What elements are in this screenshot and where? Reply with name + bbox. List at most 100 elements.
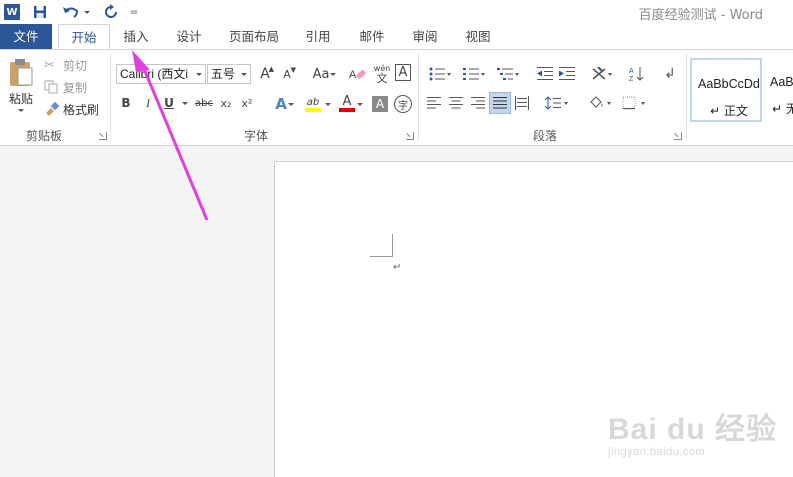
font-name-combo[interactable]: Calibri (西文i [116,64,206,84]
enclose-characters-button[interactable]: 字 [394,95,412,113]
decrease-indent-icon [537,67,553,80]
numbering-icon [463,68,485,80]
borders-icon [622,96,645,110]
group-separator [686,54,687,140]
justify-button[interactable] [489,92,511,114]
show-marks-icon: ↲ [664,66,676,82]
justify-icon [493,97,507,109]
underline-button[interactable]: U [161,94,177,112]
align-center-button[interactable] [447,94,465,112]
asian-layout-button[interactable] [588,64,616,84]
line-spacing-button[interactable] [543,94,571,112]
format-painter-label: 格式刷 [63,102,100,117]
paste-icon [10,59,33,86]
line-spacing-icon [545,96,568,110]
baidu-watermark-logo: Bai du 经验 jingyan.baidu.com [608,404,777,458]
strikethrough-button[interactable]: abc [193,94,215,112]
font-color-button[interactable]: A [337,94,363,114]
grow-font-button[interactable]: A ▲ [256,64,274,84]
text-effects-button[interactable]: A [270,94,294,114]
increase-indent-button[interactable] [557,64,577,84]
tab-mailings[interactable]: 邮件 [348,24,396,49]
tab-design[interactable]: 设计 [165,24,213,49]
bold-button[interactable]: B [118,94,134,112]
character-border-button[interactable]: A [395,64,411,81]
align-right-button[interactable] [469,94,487,112]
style-normal-name: ↵ 正文 [710,104,748,118]
paste-label: 粘贴 [8,92,33,106]
paragraph-group-label: 段落 [533,129,558,143]
tab-references[interactable]: 引用 [294,24,342,49]
scissors-icon: ✂ [44,57,55,73]
decrease-indent-button[interactable] [535,64,555,84]
copy-icon [44,80,58,94]
highlight-button[interactable]: ab [301,94,331,114]
style-no-spacing[interactable]: AaB ↵ 无 [764,58,793,122]
undo-dropdown-icon[interactable] [82,2,92,22]
tab-review[interactable]: 审阅 [401,24,449,49]
save-icon[interactable] [30,2,50,22]
watermark-main: Bai du 经验 [608,413,778,446]
svg-text:Z: Z [629,76,634,82]
tab-home[interactable]: 开始 [58,24,110,50]
font-size-value: 五号 [211,67,236,81]
bullets-button[interactable] [425,64,455,84]
superscript-button[interactable]: x² [239,94,255,112]
customize-qat-button[interactable]: = [128,2,140,22]
phonetic-guide-button[interactable]: wén 文 [372,62,392,86]
paragraph-launcher-icon[interactable] [674,132,682,140]
multilevel-list-button[interactable] [493,64,523,84]
highlight-color-swatch [305,107,321,112]
character-border-icon: A [398,65,408,80]
font-color-swatch [339,108,355,112]
format-painter-icon [46,102,60,116]
style-normal-preview: AaBbCcDd [698,77,760,91]
tab-view[interactable]: 视图 [454,24,502,49]
shading-button[interactable] [586,94,616,112]
cut-button[interactable]: ✂ 剪切 [44,56,100,74]
shrink-font-button[interactable]: A ▼ [278,64,296,84]
subscript-button[interactable]: x₂ [218,94,234,112]
align-right-icon [471,97,485,109]
tab-file[interactable]: 文件 [0,24,52,49]
style-no-spacing-preview: AaB [770,75,793,89]
sort-button[interactable]: AZ [628,64,646,84]
redo-icon[interactable] [101,2,121,22]
italic-button[interactable]: I [140,94,156,112]
style-normal[interactable]: AaBbCcDd ↵ 正文 [690,58,762,122]
ribbon-tabs: 文件 开始 插入 设计 页面布局 引用 邮件 审阅 视图 [0,24,793,50]
align-left-icon [427,97,441,109]
underline-dropdown-icon[interactable] [182,102,188,105]
paragraph-mark: ↵ [393,262,402,273]
tab-page-layout[interactable]: 页面布局 [220,24,288,49]
highlight-icon: ab [306,96,320,108]
clipboard-group-label: 剪贴板 [26,129,63,143]
word-logo-icon: W [4,4,20,20]
bullets-icon [429,67,451,81]
align-left-button[interactable] [425,94,443,112]
clear-formatting-button[interactable]: A [348,64,368,84]
character-shading-icon: A [375,97,385,111]
undo-icon[interactable] [60,2,82,22]
font-color-icon: A [342,94,352,109]
distributed-button[interactable] [513,94,531,112]
paint-bucket-icon [590,96,611,108]
styles-gallery: AaBbCcDd ↵ 正文 AaB ↵ 无 [690,58,793,124]
tab-insert[interactable]: 插入 [112,24,160,49]
align-center-icon [449,97,463,109]
numbering-button[interactable] [459,64,489,84]
format-painter-button[interactable]: 格式刷 [44,100,104,118]
paste-button[interactable]: 粘贴 [4,56,38,114]
svg-text:A: A [349,69,357,81]
eraser-icon: A [349,69,367,81]
borders-button[interactable] [620,94,650,112]
font-size-combo[interactable]: 五号 [207,64,251,84]
change-case-button[interactable]: Aa [306,64,336,84]
font-launcher-icon[interactable] [406,132,414,140]
copy-button[interactable]: 复制 [44,78,100,96]
distributed-icon [515,96,529,110]
character-shading-button[interactable]: A [372,96,388,112]
style-no-spacing-name: ↵ 无 [772,102,793,116]
clipboard-launcher-icon[interactable] [99,132,107,140]
show-marks-button[interactable]: ↲ [663,64,677,84]
